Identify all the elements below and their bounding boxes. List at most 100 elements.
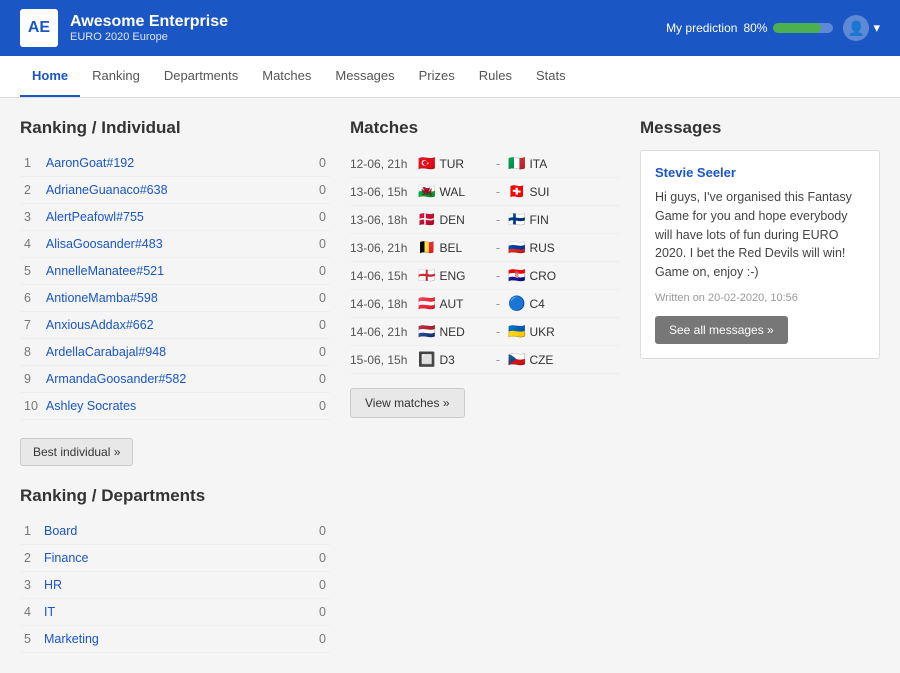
match-date: 13-06, 21h (350, 241, 418, 255)
player-name[interactable]: AlertPeafowl#755 (42, 204, 300, 231)
table-row: 1 AaronGoat#192 0 (20, 150, 330, 177)
rank-number: 4 (20, 231, 42, 258)
table-row: 3 HR 0 (20, 572, 330, 599)
ranking-individual-table: 1 AaronGoat#192 02 AdrianeGuanaco#638 03… (20, 150, 330, 420)
prediction-label: My prediction (666, 21, 737, 35)
dept-name[interactable]: IT (40, 599, 300, 626)
nav-prizes[interactable]: Prizes (407, 56, 467, 97)
dept-name[interactable]: Finance (40, 545, 300, 572)
col-mid: Matches 12-06, 21h 🇹🇷 TUR - 🇮🇹 ITA 13-06… (350, 118, 620, 653)
team2-name: CZE (529, 353, 553, 367)
team2-flag: 🇭🇷 (508, 267, 525, 284)
best-individual-button[interactable]: Best individual » (20, 438, 133, 466)
user-chevron: ▾ (873, 20, 880, 36)
nav-departments[interactable]: Departments (152, 56, 250, 97)
player-name[interactable]: AnxiousAddax#662 (42, 312, 300, 339)
team1-name: AUT (439, 297, 463, 311)
player-score: 0 (300, 258, 330, 285)
team1-flag: 🔲 (418, 351, 435, 368)
team1-name: NED (439, 325, 464, 339)
rank-number: 5 (20, 626, 40, 653)
nav-messages[interactable]: Messages (323, 56, 406, 97)
player-name[interactable]: AntioneMamba#598 (42, 285, 300, 312)
match-row[interactable]: 12-06, 21h 🇹🇷 TUR - 🇮🇹 ITA (350, 150, 620, 178)
team2-flag: 🇺🇦 (508, 323, 525, 340)
nav-matches[interactable]: Matches (250, 56, 323, 97)
nav-home[interactable]: Home (20, 56, 80, 97)
table-row: 4 AlisaGoosander#483 0 (20, 231, 330, 258)
rank-number: 3 (20, 204, 42, 231)
match-row[interactable]: 14-06, 21h 🇳🇱 NED - 🇺🇦 UKR (350, 318, 620, 346)
dept-name[interactable]: Marketing (40, 626, 300, 653)
match-row[interactable]: 13-06, 18h 🇩🇰 DEN - 🇫🇮 FIN (350, 206, 620, 234)
nav-ranking[interactable]: Ranking (80, 56, 152, 97)
team2-flag: 🔵 (508, 295, 525, 312)
player-name[interactable]: AnnelleManatee#521 (42, 258, 300, 285)
team2-name: ITA (529, 157, 547, 171)
team1: 🇩🇰 DEN (418, 211, 488, 228)
table-row: 2 Finance 0 (20, 545, 330, 572)
rank-number: 9 (20, 366, 42, 393)
player-name[interactable]: AlisaGoosander#483 (42, 231, 300, 258)
dept-score: 0 (300, 599, 330, 626)
match-row[interactable]: 13-06, 21h 🇧🇪 BEL - 🇷🇺 RUS (350, 234, 620, 262)
match-row[interactable]: 15-06, 15h 🔲 D3 - 🇨🇿 CZE (350, 346, 620, 374)
player-name[interactable]: ArmandaGoosander#582 (42, 366, 300, 393)
messages-title: Messages (640, 118, 880, 138)
team1: 🇧🇪 BEL (418, 239, 488, 256)
team1-flag: 🇳🇱 (418, 323, 435, 340)
match-date: 13-06, 15h (350, 185, 418, 199)
match-date: 15-06, 15h (350, 353, 418, 367)
team2: 🔵 C4 (508, 295, 578, 312)
team1-name: DEN (439, 213, 464, 227)
player-score: 0 (300, 393, 330, 420)
team1: 🇳🇱 NED (418, 323, 488, 340)
col-right: Messages Stevie Seeler Hi guys, I've org… (640, 118, 880, 653)
team2-flag: 🇨🇭 (508, 183, 525, 200)
main-content: Ranking / Individual 1 AaronGoat#192 0 2 … (0, 98, 900, 673)
player-name[interactable]: AdrianeGuanaco#638 (42, 177, 300, 204)
player-name[interactable]: AaronGoat#192 (42, 150, 300, 177)
table-row: 5 AnnelleManatee#521 0 (20, 258, 330, 285)
user-button[interactable]: 👤 ▾ (843, 15, 880, 41)
ranking-individual-title: Ranking / Individual (20, 118, 330, 138)
view-matches-button[interactable]: View matches » (350, 388, 465, 418)
team2: 🇨🇿 CZE (508, 351, 578, 368)
team2-name: C4 (529, 297, 544, 311)
match-score: - (488, 352, 508, 367)
team2: 🇫🇮 FIN (508, 211, 578, 228)
nav: Home Ranking Departments Matches Message… (0, 56, 900, 98)
match-row[interactable]: 14-06, 18h 🇦🇹 AUT - 🔵 C4 (350, 290, 620, 318)
match-date: 14-06, 15h (350, 269, 418, 283)
nav-rules[interactable]: Rules (467, 56, 524, 97)
team2-flag: 🇮🇹 (508, 155, 525, 172)
player-score: 0 (300, 312, 330, 339)
prediction-value: 80% (743, 21, 767, 35)
rank-number: 6 (20, 285, 42, 312)
player-score: 0 (300, 285, 330, 312)
dept-name[interactable]: Board (40, 518, 300, 545)
dept-name[interactable]: HR (40, 572, 300, 599)
match-score: - (488, 268, 508, 283)
ranking-departments-title: Ranking / Departments (20, 486, 330, 506)
brand-sub: EURO 2020 Europe (70, 31, 228, 43)
team2-flag: 🇨🇿 (508, 351, 525, 368)
team1: 🏴󠁧󠁢󠁥󠁮󠁧󠁿 ENG (418, 267, 488, 284)
team2: 🇨🇭 SUI (508, 183, 578, 200)
see-all-messages-button[interactable]: See all messages » (655, 316, 788, 344)
match-row[interactable]: 13-06, 15h 🏴󠁧󠁢󠁷󠁬󠁳󠁿 WAL - 🇨🇭 SUI (350, 178, 620, 206)
player-score: 0 (300, 204, 330, 231)
team1-name: WAL (439, 185, 465, 199)
nav-stats[interactable]: Stats (524, 56, 578, 97)
team1-flag: 🇧🇪 (418, 239, 435, 256)
dept-score: 0 (300, 545, 330, 572)
message-author[interactable]: Stevie Seeler (655, 165, 865, 180)
match-date: 12-06, 21h (350, 157, 418, 171)
rank-number: 5 (20, 258, 42, 285)
player-score: 0 (300, 339, 330, 366)
table-row: 4 IT 0 (20, 599, 330, 626)
player-name[interactable]: Ashley Socrates (42, 393, 300, 420)
table-row: 8 ArdellaCarabajal#948 0 (20, 339, 330, 366)
match-row[interactable]: 14-06, 15h 🏴󠁧󠁢󠁥󠁮󠁧󠁿 ENG - 🇭🇷 CRO (350, 262, 620, 290)
player-name[interactable]: ArdellaCarabajal#948 (42, 339, 300, 366)
